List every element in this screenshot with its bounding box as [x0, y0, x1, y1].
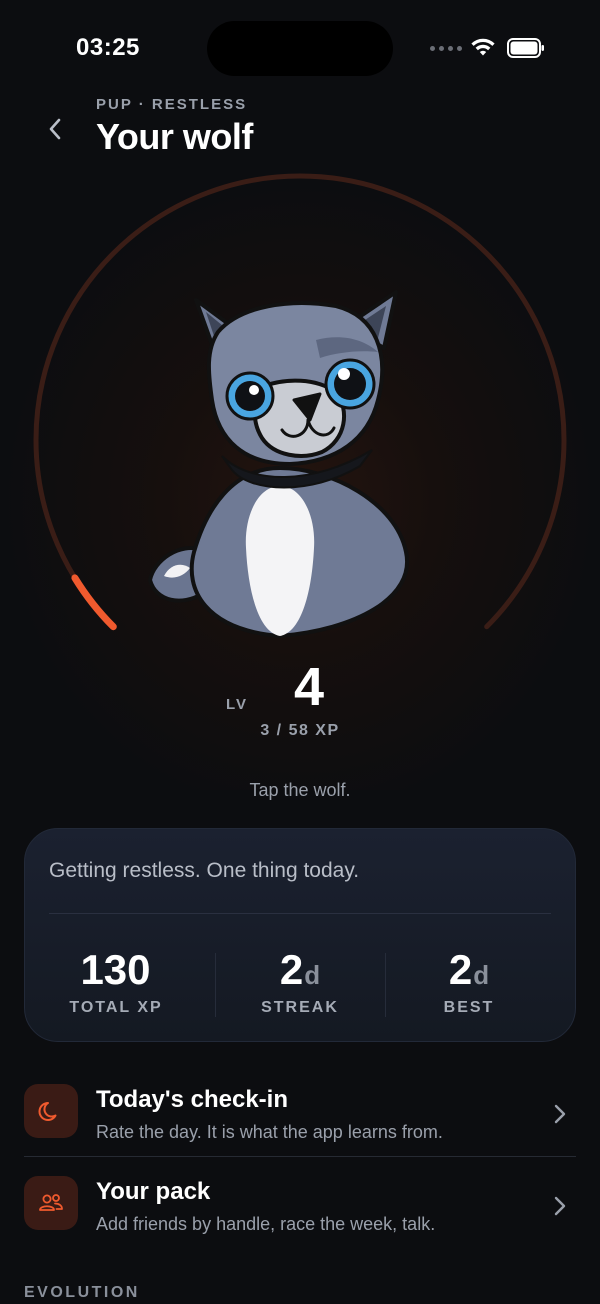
stat-label: TOTAL XP: [69, 999, 163, 1016]
row-title: Your pack: [96, 1178, 211, 1205]
section-title-evolution: EVOLUTION: [24, 1284, 140, 1301]
wolf-mascot[interactable]: [140, 280, 420, 650]
stat-value: 2: [448, 946, 473, 993]
battery-icon: [507, 38, 544, 58]
back-chevron-icon[interactable]: [40, 114, 70, 144]
row-subtitle: Add friends by handle, race the week, ta…: [96, 1214, 436, 1234]
xp-progress-text: 3 / 58 XP: [260, 722, 340, 739]
row-subtitle: Rate the day. It is what the app learns …: [96, 1122, 443, 1142]
progress-ring-fill: [71, 574, 117, 631]
stat-best: 2d BEST: [384, 949, 554, 1017]
stat-value: 2: [279, 946, 304, 993]
tap-hint: Tap the wolf.: [249, 780, 351, 800]
chevron-right-icon: [554, 1104, 566, 1124]
level-value: 4: [294, 657, 325, 717]
stat-value: 130: [80, 946, 151, 993]
stat-unit: d: [304, 960, 321, 990]
stat-streak: 2d STREAK: [215, 949, 385, 1017]
stat-label: STREAK: [261, 999, 339, 1016]
moon-icon: [24, 1084, 78, 1138]
list-item-your-pack[interactable]: Your pack Add friends by handle, race th…: [24, 1166, 576, 1256]
chevron-right-icon: [554, 1196, 566, 1216]
cellular-signal-icon: [430, 46, 462, 51]
list-item-daily-checkin[interactable]: Today's check-in Rate the day. It is wha…: [24, 1074, 576, 1164]
page-title: Your wolf: [96, 116, 253, 157]
status-bar: 03:25: [0, 0, 600, 96]
status-message: Getting restless. One thing today.: [49, 859, 360, 882]
stat-label: BEST: [443, 999, 495, 1016]
wolf-stage-label: PUP · RESTLESS: [96, 96, 248, 113]
list-divider: [24, 1156, 576, 1157]
people-icon: [24, 1176, 78, 1230]
stats-card: Getting restless. One thing today. 130 T…: [24, 828, 576, 1042]
level-label: LV: [226, 696, 249, 713]
wifi-icon: [471, 38, 495, 56]
stat-total-xp: 130 TOTAL XP: [31, 949, 201, 1017]
row-title: Today's check-in: [96, 1086, 288, 1113]
stat-unit: d: [473, 960, 490, 990]
status-time: 03:25: [76, 34, 140, 61]
card-divider: [49, 913, 551, 914]
dynamic-island: [207, 21, 393, 76]
